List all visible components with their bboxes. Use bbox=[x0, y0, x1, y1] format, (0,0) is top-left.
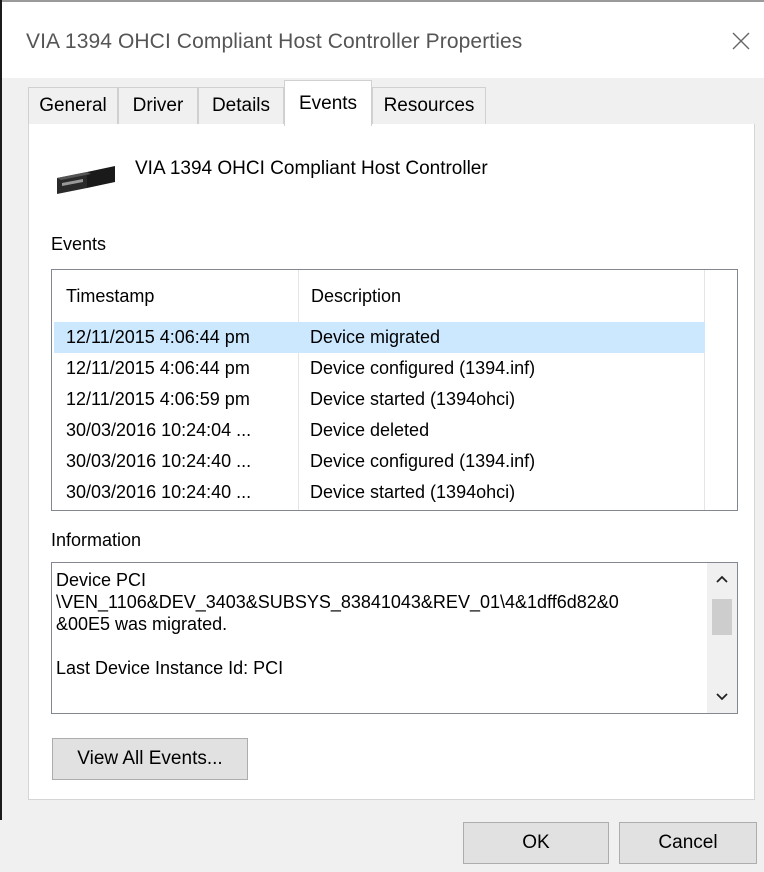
scroll-thumb[interactable] bbox=[712, 599, 732, 635]
scroll-up-button[interactable] bbox=[707, 563, 737, 595]
event-description: Device deleted bbox=[310, 420, 430, 440]
event-description: Device configured (1394.inf) bbox=[310, 451, 536, 471]
event-timestamp: 30/03/2016 10:24:04 ... bbox=[66, 420, 252, 440]
chevron-up-icon bbox=[716, 575, 728, 583]
scroll-down-button[interactable] bbox=[707, 681, 737, 713]
information-text[interactable]: Device PCI \VEN_1106&DEV_3403&SUBSYS_8384… bbox=[56, 569, 704, 679]
device-name: VIA 1394 OHCI Compliant Host Controller bbox=[135, 158, 488, 179]
information-line: \VEN_1106&DEV_3403&SUBSYS_83841043&REV_0… bbox=[56, 592, 619, 612]
information-section-label: Information bbox=[51, 530, 142, 550]
event-timestamp: 12/11/2015 4:06:44 pm bbox=[66, 358, 250, 378]
event-description: Device migrated bbox=[310, 327, 441, 347]
event-description: Device configured (1394.inf) bbox=[310, 358, 536, 378]
usb-connector-icon bbox=[57, 166, 115, 194]
tab-details[interactable]: Details bbox=[198, 87, 284, 124]
column-header-description[interactable]: Description bbox=[299, 270, 703, 322]
window-title: VIA 1394 OHCI Compliant Host Controller … bbox=[26, 30, 523, 53]
event-timestamp: 12/11/2015 4:06:44 pm bbox=[66, 327, 250, 347]
ok-button[interactable]: OK bbox=[463, 822, 609, 864]
window-left-border bbox=[0, 0, 2, 820]
tab-events[interactable]: Events bbox=[284, 80, 372, 126]
event-timestamp: 30/03/2016 10:24:40 ... bbox=[66, 482, 252, 502]
events-list[interactable]: Timestamp Description 12/11/2015 4:06:44… bbox=[51, 269, 738, 511]
view-all-events-button[interactable]: View All Events... bbox=[52, 738, 248, 780]
event-description: Device started (1394ohci) bbox=[310, 389, 516, 409]
event-row[interactable]: 12/11/2015 4:06:44 pm Device migrated bbox=[54, 322, 705, 353]
event-row[interactable]: 30/03/2016 10:24:40 ... Device started (… bbox=[54, 477, 705, 508]
event-timestamp: 30/03/2016 10:24:40 ... bbox=[66, 451, 252, 471]
close-button[interactable] bbox=[718, 18, 764, 64]
information-scrollbar[interactable] bbox=[707, 563, 737, 713]
title-bar[interactable]: VIA 1394 OHCI Compliant Host Controller … bbox=[2, 2, 764, 78]
close-icon bbox=[732, 32, 750, 50]
events-section-label: Events bbox=[51, 234, 107, 254]
information-line bbox=[56, 635, 704, 657]
tab-resources[interactable]: Resources bbox=[372, 87, 486, 124]
event-row[interactable]: 12/11/2015 4:06:44 pm Device configured … bbox=[54, 353, 705, 384]
cancel-button[interactable]: Cancel bbox=[619, 822, 757, 864]
chevron-down-icon bbox=[716, 693, 728, 701]
information-line: Last Device Instance Id: PCI bbox=[56, 658, 284, 678]
event-timestamp: 12/11/2015 4:06:59 pm bbox=[66, 389, 250, 409]
information-textbox[interactable]: Device PCI \VEN_1106&DEV_3403&SUBSYS_8384… bbox=[51, 562, 738, 714]
event-row[interactable]: 12/11/2015 4:06:59 pm Device started (13… bbox=[54, 384, 705, 415]
column-header-timestamp[interactable]: Timestamp bbox=[54, 270, 298, 322]
information-line: Device PCI bbox=[56, 570, 147, 590]
information-line: &00E5 was migrated. bbox=[56, 614, 228, 634]
event-row[interactable]: 30/03/2016 10:24:04 ... Device deleted bbox=[54, 415, 705, 446]
tab-driver[interactable]: Driver bbox=[118, 87, 198, 124]
events-tab-panel: VIA 1394 OHCI Compliant Host Controller … bbox=[28, 124, 755, 800]
event-description: Device started (1394ohci) bbox=[310, 482, 516, 502]
tab-general[interactable]: General bbox=[28, 87, 118, 124]
event-row[interactable]: 30/03/2016 10:24:40 ... Device configure… bbox=[54, 446, 705, 477]
